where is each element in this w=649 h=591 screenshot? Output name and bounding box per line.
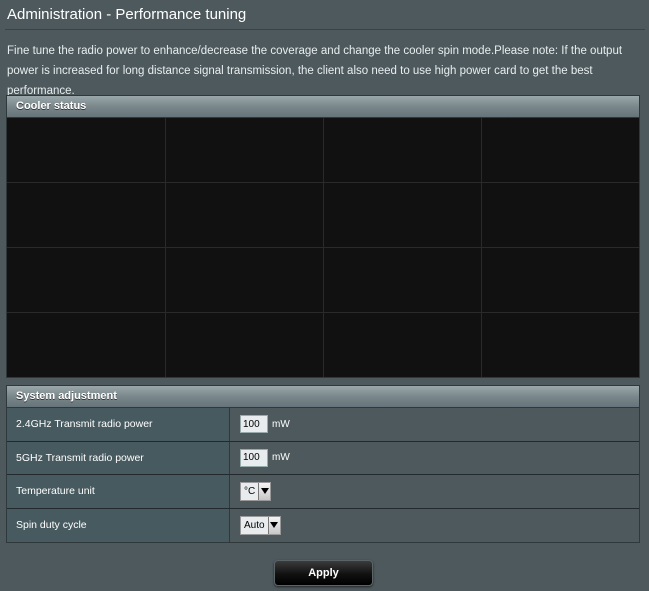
cooler-status-header: Cooler status bbox=[6, 95, 640, 118]
select-spin-duty-cycle[interactable]: Auto bbox=[240, 515, 281, 535]
chevron-down-icon[interactable] bbox=[267, 516, 280, 534]
page-title: Administration - Performance tuning bbox=[7, 6, 247, 23]
label-spin-duty-cycle: Spin duty cycle bbox=[7, 508, 230, 542]
chevron-down-icon[interactable] bbox=[258, 482, 271, 500]
unit-24ghz-power: mW bbox=[272, 418, 290, 430]
cooler-chart-grid bbox=[7, 118, 639, 377]
select-spin-duty-cycle-value: Auto bbox=[244, 519, 265, 531]
select-temperature-unit-value: °C bbox=[244, 485, 256, 497]
input-24ghz-power[interactable] bbox=[240, 415, 268, 434]
unit-5ghz-power: mW bbox=[272, 452, 290, 464]
system-adjustment-header: System adjustment bbox=[6, 385, 640, 408]
cooler-status-chart bbox=[6, 118, 640, 378]
title-divider bbox=[5, 29, 645, 30]
row-spin-duty-cycle: Spin duty cycle Auto bbox=[7, 508, 639, 542]
row-5ghz-power: 5GHz Transmit radio power mW bbox=[7, 441, 639, 475]
apply-button[interactable]: Apply bbox=[274, 560, 373, 586]
label-5ghz-power: 5GHz Transmit radio power bbox=[7, 441, 230, 474]
page-description: Fine tune the radio power to enhance/dec… bbox=[7, 45, 623, 97]
label-24ghz-power: 2.4GHz Transmit radio power bbox=[7, 408, 230, 441]
input-5ghz-power[interactable] bbox=[240, 448, 268, 467]
select-temperature-unit[interactable]: °C bbox=[240, 481, 272, 501]
row-24ghz-power: 2.4GHz Transmit radio power mW bbox=[7, 408, 639, 442]
label-temperature-unit: Temperature unit bbox=[7, 475, 230, 508]
row-temperature-unit: Temperature unit °C bbox=[7, 475, 639, 509]
system-adjustment-table: 2.4GHz Transmit radio power mW 5GHz Tran… bbox=[6, 408, 640, 543]
